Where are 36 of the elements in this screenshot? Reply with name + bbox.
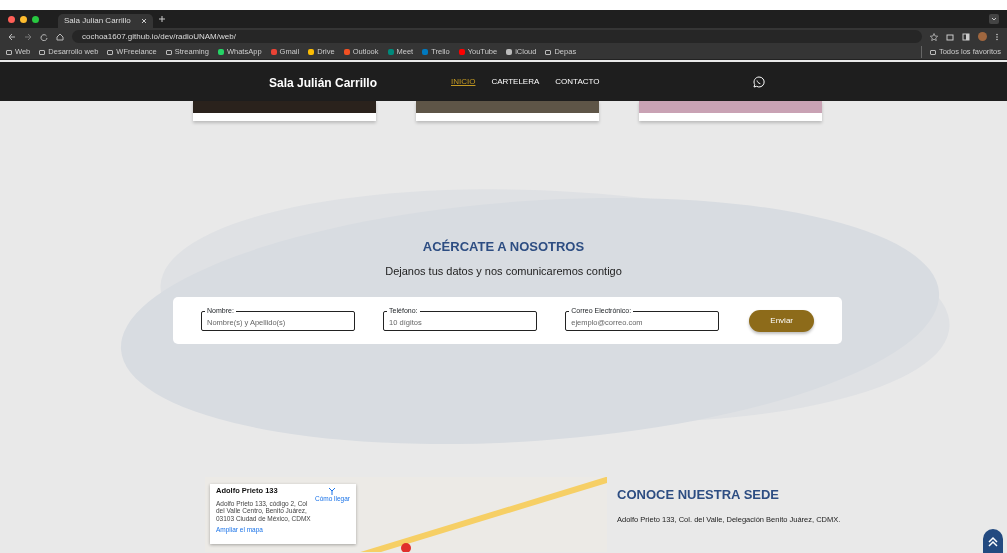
section-subtitle: Dejanos tus datos y nos comunicaremos contigo xyxy=(384,263,623,279)
menu-icon[interactable] xyxy=(995,32,999,41)
site-brand[interactable]: Sala Julián Carrillo xyxy=(268,75,377,90)
whatsapp-icon[interactable] xyxy=(753,75,765,88)
nav-link[interactable]: CARTELERA xyxy=(491,75,540,88)
browser-tab[interactable]: Sala Julian Carrillo xyxy=(58,14,153,28)
folder-icon xyxy=(107,49,114,55)
tab-title: Sala Julian Carrillo xyxy=(64,15,131,27)
new-tab-icon[interactable] xyxy=(158,15,166,23)
close-tab-icon[interactable] xyxy=(141,18,147,24)
folder-icon xyxy=(6,49,12,55)
map-pin-icon xyxy=(401,543,411,552)
section-heading: ACÉRCATE A NOSOTROS xyxy=(421,239,586,255)
nav-link[interactable]: CONTACTO xyxy=(555,75,600,88)
folder-icon xyxy=(165,49,172,55)
address-bar[interactable]: cochoa1607.github.io/dev/radioUNAM/web/ xyxy=(72,30,922,43)
back-icon[interactable] xyxy=(8,32,16,41)
maximize-window-icon[interactable] xyxy=(32,15,39,23)
tab-search-icon[interactable] xyxy=(989,14,999,24)
submit-button[interactable]: Enviar xyxy=(749,309,814,332)
section-heading: CONOCE NUESTRA SEDE xyxy=(617,487,781,503)
nav-link[interactable]: INICIO xyxy=(451,75,476,88)
folder-icon xyxy=(545,49,552,55)
reload-icon[interactable] xyxy=(40,32,48,41)
close-window-icon[interactable] xyxy=(8,15,15,23)
forward-icon[interactable] xyxy=(24,32,32,41)
chevrons-up-icon xyxy=(987,535,999,548)
side-panel-icon[interactable] xyxy=(962,32,970,41)
profile-avatar[interactable] xyxy=(978,32,987,41)
home-icon[interactable] xyxy=(56,32,64,41)
star-icon[interactable] xyxy=(930,32,938,41)
scroll-to-top-button[interactable] xyxy=(983,529,1003,553)
minimize-window-icon[interactable] xyxy=(20,15,27,23)
directions-icon xyxy=(328,487,337,496)
folder-icon xyxy=(929,49,936,55)
folder-icon xyxy=(39,49,46,55)
